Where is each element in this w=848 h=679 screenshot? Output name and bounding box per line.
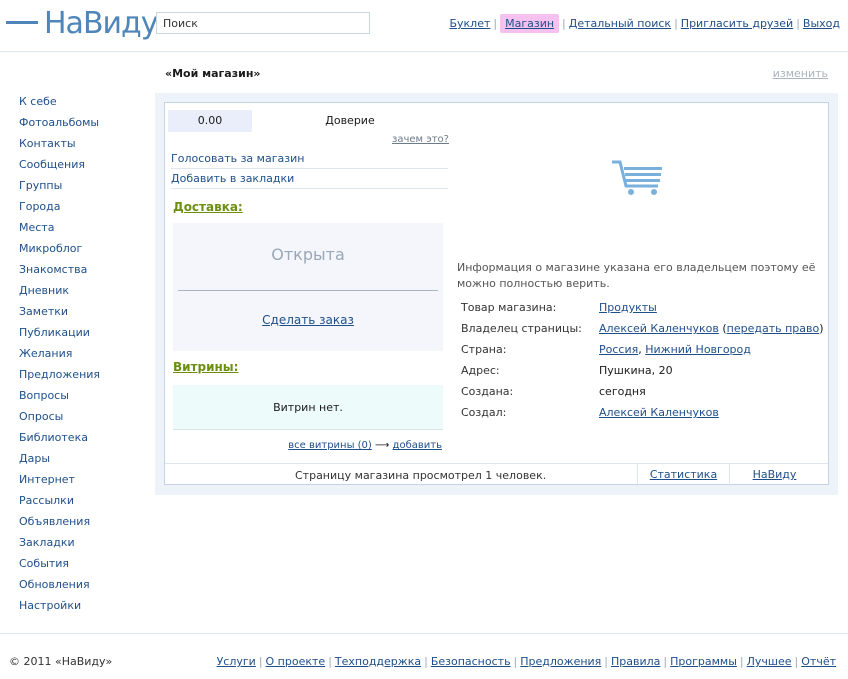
sidebar-item-mailings[interactable]: Рассылки — [19, 494, 139, 515]
shop-panel: 0.00 Доверие зачем это? Голосовать за ма… — [155, 93, 838, 495]
footer-services-link[interactable]: Услуги — [217, 655, 256, 668]
sidebar-item-notes[interactable]: Заметки — [19, 305, 139, 326]
footer-report-link[interactable]: Отчёт — [801, 655, 836, 668]
country-label: Страна: — [461, 343, 507, 356]
creator-label: Создал: — [461, 406, 507, 419]
views-count-text: Страницу магазина просмотрел 1 человек. — [295, 469, 547, 482]
order-box: Сделать заказ — [173, 313, 443, 327]
sidebar-item-questions[interactable]: Вопросы — [19, 389, 139, 410]
sidebar-item-gifts[interactable]: Дары — [19, 452, 139, 473]
sidebar-item-microblog[interactable]: Микроблог — [19, 242, 139, 263]
nav-booklet-link[interactable]: Буклет — [449, 17, 490, 30]
sidebar-item-library[interactable]: Библиотека — [19, 431, 139, 452]
delivery-heading[interactable]: Доставка: — [173, 200, 243, 214]
product-label: Товар магазина: — [461, 301, 557, 314]
delivery-status: Открыта — [271, 245, 345, 264]
shop-panel-inner: 0.00 Доверие зачем это? Голосовать за ма… — [164, 102, 829, 486]
edit-link[interactable]: изменить — [773, 67, 828, 80]
sidebar-item-publications[interactable]: Публикации — [19, 326, 139, 347]
sidebar-item-cities[interactable]: Города — [19, 200, 139, 221]
sidebar-item-photoalbums[interactable]: Фотоальбомы — [19, 116, 139, 137]
add-to-bookmarks-link[interactable]: Добавить в закладки — [171, 169, 448, 189]
vote-for-shop-link[interactable]: Голосовать за магазин — [171, 149, 448, 169]
address-value: Пушкина, 20 — [599, 364, 673, 377]
all-vitrines-link[interactable]: все витрины (0) — [288, 440, 372, 451]
created-value: сегодня — [599, 385, 646, 398]
search-input[interactable] — [156, 12, 370, 34]
footer-best-link[interactable]: Лучшее — [747, 655, 792, 668]
page-title: «Мой магазин» — [165, 67, 261, 80]
sidebar-item-bookmarks[interactable]: Закладки — [19, 536, 139, 557]
sidebar-item-places[interactable]: Места — [19, 221, 139, 242]
logo-text: НаВиду — [44, 6, 159, 41]
statistics-cell: Статистика — [637, 464, 729, 486]
sidebar-item-dating[interactable]: Знакомства — [19, 263, 139, 284]
vitrines-empty-box: Витрин нет. — [173, 385, 443, 430]
nav-logout-link[interactable]: Выход — [803, 17, 840, 30]
logo-bar — [6, 21, 38, 24]
nav-detailed-search-link[interactable]: Детальный поиск — [569, 17, 671, 30]
navidu-link[interactable]: НаВиду — [753, 468, 797, 481]
sidebar-item-self[interactable]: К себе — [19, 95, 139, 116]
trust-rating: 0.00 Доверие — [168, 110, 448, 132]
footer-security-link[interactable]: Безопасность — [431, 655, 511, 668]
copyright: © 2011 «НаВиду» — [9, 655, 113, 668]
sidebar-item-updates[interactable]: Обновления — [19, 578, 139, 599]
vitrines-links: все витрины (0) ⟶ добавить — [288, 440, 442, 451]
footer-programs-link[interactable]: Программы — [670, 655, 737, 668]
city-link[interactable]: Нижний Новгород — [645, 343, 751, 356]
trust-rating-label: Доверие — [325, 114, 375, 127]
created-label: Создана: — [461, 385, 514, 398]
product-link[interactable]: Продукты — [599, 301, 657, 314]
trust-rating-value: 0.00 — [168, 110, 252, 132]
place-order-link[interactable]: Сделать заказ — [262, 313, 354, 327]
footer: © 2011 «НаВиду» Услуги | О проекте | Техподд… — [0, 633, 848, 679]
add-vitrine-link[interactable]: добавить — [393, 440, 442, 451]
nav-invite-friends-link[interactable]: Пригласить друзей — [681, 17, 793, 30]
sidebar-item-polls[interactable]: Опросы — [19, 410, 139, 431]
arrow-right-icon: ⟶ — [375, 440, 390, 451]
delivery-divider — [178, 290, 438, 291]
comma: , — [638, 343, 642, 356]
footer-about-link[interactable]: О проекте — [266, 655, 326, 668]
sidebar-item-offers[interactable]: Предложения — [19, 368, 139, 389]
sidebar: К себе Фотоальбомы Контакты Сообщения Гр… — [19, 95, 139, 620]
vitrines-heading[interactable]: Витрины: — [173, 360, 238, 374]
footer-offers-link[interactable]: Предложения — [520, 655, 601, 668]
statistics-link[interactable]: Статистика — [650, 468, 717, 481]
panel-footer: Страницу магазина просмотрел 1 человек. … — [165, 463, 828, 486]
delivery-box: Открыта Сделать заказ — [173, 223, 443, 351]
why-link[interactable]: зачем это? — [392, 134, 449, 145]
sidebar-item-settings[interactable]: Настройки — [19, 599, 139, 620]
sidebar-item-internet[interactable]: Интернет — [19, 473, 139, 494]
owner-link[interactable]: Алексей Каленчуков — [599, 322, 719, 335]
footer-rules-link[interactable]: Правила — [611, 655, 660, 668]
address-label: Адрес: — [461, 364, 500, 377]
shop-info-text: Информация о магазине указана его владел… — [457, 261, 816, 290]
country-link[interactable]: Россия — [599, 343, 638, 356]
top-nav: Буклет | Магазин | Детальный поиск | Пригласит… — [449, 14, 840, 33]
sidebar-item-ads[interactable]: Объявления — [19, 515, 139, 536]
footer-support-link[interactable]: Техподдержка — [335, 655, 421, 668]
sidebar-item-messages[interactable]: Сообщения — [19, 158, 139, 179]
sidebar-item-diary[interactable]: Дневник — [19, 284, 139, 305]
nav-shop-link[interactable]: Магазин — [500, 14, 560, 33]
footer-nav: Услуги | О проекте | Техподдержка | Безопаснос… — [216, 655, 836, 668]
header: НаВиду Буклет|Магазин|Детальный поиск|Пр… — [0, 0, 848, 52]
sidebar-item-contacts[interactable]: Контакты — [19, 137, 139, 158]
navidu-cell: НаВиду — [729, 464, 819, 486]
paren-close: ) — [819, 322, 824, 335]
sidebar-item-groups[interactable]: Группы — [19, 179, 139, 200]
shopping-cart-icon — [610, 158, 666, 201]
owner-label: Владелец страницы: — [461, 322, 582, 335]
sidebar-item-events[interactable]: События — [19, 557, 139, 578]
sidebar-item-wishes[interactable]: Желания — [19, 347, 139, 368]
transfer-rights-link[interactable]: передать право — [727, 322, 820, 335]
creator-link[interactable]: Алексей Каленчуков — [599, 406, 719, 419]
